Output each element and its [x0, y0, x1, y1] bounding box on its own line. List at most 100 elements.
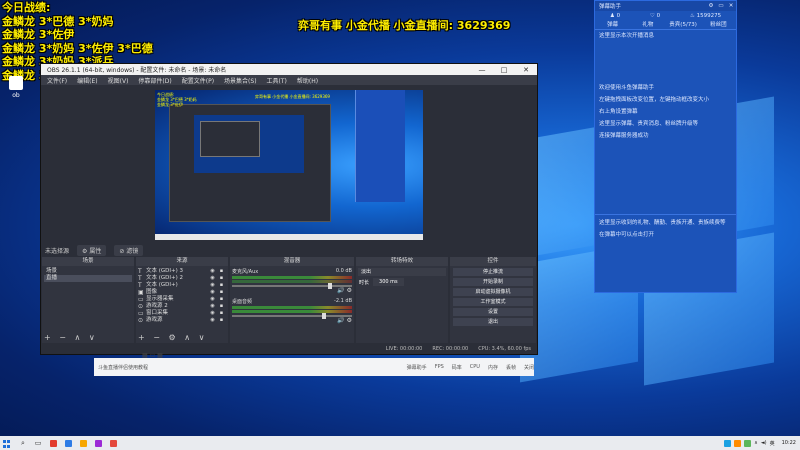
filters-button[interactable]: ⊘ 滤镜	[114, 244, 144, 256]
tray-app-icon[interactable]	[724, 439, 732, 447]
slider-knob[interactable]	[322, 313, 326, 319]
eye-icon[interactable]: ◉	[208, 282, 217, 289]
source-item[interactable]: ▣ 图像 ◉ ▪	[138, 289, 226, 296]
properties-button[interactable]: ⚙ 属性	[77, 244, 107, 256]
transition-select[interactable]: 淡出	[358, 268, 446, 276]
start-recording-button[interactable]: 开始录制	[453, 278, 533, 286]
lock-icon[interactable]: ▪	[217, 268, 226, 275]
lock-icon[interactable]: ▪	[217, 296, 226, 303]
sources-footer-buttons[interactable]: + − ⚙ ∧ ∨	[138, 333, 207, 342]
eye-icon[interactable]: ◉	[208, 289, 217, 296]
tab-vip[interactable]: 贵宾(5/73)	[666, 21, 701, 29]
taskbar-app[interactable]	[92, 438, 104, 448]
menu-scene-collection[interactable]: 场景集合(S)	[224, 76, 257, 85]
channel-controls: 🔊 ⚙	[232, 287, 352, 294]
source-item[interactable]: ▭ 显示器采集 ◉ ▪	[138, 296, 226, 303]
danmaku-title: 弹幕助手	[599, 4, 622, 10]
close-icon[interactable]: ✕	[726, 3, 736, 9]
desktop-icon-obs[interactable]: ob	[6, 76, 26, 99]
eye-icon[interactable]: ◉	[208, 317, 217, 324]
eye-icon[interactable]: ◉	[208, 310, 217, 317]
lock-icon[interactable]: ▪	[217, 310, 226, 317]
obs-docks: 场景 场景 直播 + − ∧ ∨ 来源 T 文本 (GDI+) 3 ◉ ▪ T 文本 (…	[41, 257, 537, 343]
pin-icon[interactable]: ▭	[716, 3, 726, 9]
menu-profile[interactable]: 配置文件(P)	[182, 76, 214, 85]
source-name: 图像	[146, 289, 158, 295]
strip-item[interactable]: 关闭	[524, 364, 534, 371]
lock-icon[interactable]: ▪	[217, 282, 226, 289]
taskbar-app[interactable]	[62, 438, 74, 448]
menu-docks[interactable]: 停靠部件(D)	[138, 76, 171, 85]
lock-icon[interactable]: ▪	[217, 289, 226, 296]
tray-expand-icon[interactable]: ∧	[754, 440, 758, 446]
eye-icon[interactable]: ◉	[208, 275, 217, 282]
obs-titlebar[interactable]: OBS 26.1.1 (64-bit, windows) - 配置文件: 未命名…	[41, 64, 537, 75]
source-item[interactable]: ▭ 窗口采集 ◉ ▪	[138, 310, 226, 317]
danmaku-message: 这里显示本次开播消息	[599, 33, 655, 39]
virtual-camera-button[interactable]: 启动虚拟摄像机	[453, 288, 533, 296]
preview-danmaku-panel	[355, 90, 405, 202]
source-item[interactable]: ⊙ 游戏源 2 ◉ ▪	[138, 303, 226, 310]
minimize-button[interactable]: —	[471, 66, 493, 74]
menu-view[interactable]: 视图(V)	[108, 76, 129, 85]
menu-edit[interactable]: 编辑(E)	[77, 76, 97, 85]
source-item[interactable]: ⊙ 游戏源 ◉ ▪	[138, 317, 226, 324]
volume-meter	[232, 310, 352, 313]
background-window-strip: ▦ ▭ ▦ 斗鱼直播伴侣使用教程 弹幕助手 FPS 码率 CPU 内存 丢帧 关…	[94, 352, 534, 376]
maximize-button[interactable]: □	[493, 66, 515, 74]
eye-icon[interactable]: ◉	[208, 268, 217, 275]
volume-slider[interactable]	[232, 313, 352, 319]
tab-gifts[interactable]: 礼物	[630, 21, 665, 29]
tray-app-icon[interactable]	[734, 439, 742, 447]
exit-button[interactable]: 退出	[453, 318, 533, 326]
source-item[interactable]: T 文本 (GDI+) 3 ◉ ▪	[138, 268, 226, 275]
studio-mode-button[interactable]: 工作室模式	[453, 298, 533, 306]
source-name: 游戏源 2	[146, 303, 168, 309]
lock-icon[interactable]: ▪	[217, 303, 226, 310]
menu-help[interactable]: 帮助(H)	[297, 76, 318, 85]
menu-file[interactable]: 文件(F)	[47, 76, 67, 85]
lock-icon[interactable]: ▪	[217, 275, 226, 282]
tray-app-icon[interactable]	[744, 439, 752, 447]
gear-icon[interactable]: ⚙	[347, 317, 352, 324]
scene-item-selected[interactable]: 直播	[44, 275, 132, 282]
taskbar-app[interactable]	[77, 438, 89, 448]
start-button[interactable]	[0, 436, 14, 450]
tutorial-link[interactable]: 斗鱼直播伴侣使用教程	[98, 364, 148, 371]
channel-name: 桌面音频	[232, 299, 253, 305]
speaker-icon[interactable]: 🔊	[337, 287, 344, 294]
eye-icon[interactable]: ◉	[208, 296, 217, 303]
volume-slider[interactable]	[232, 283, 352, 289]
window-source-icon: ▭	[138, 310, 144, 317]
gear-icon[interactable]: ⚙	[347, 287, 352, 294]
menu-tools[interactable]: 工具(T)	[267, 76, 287, 85]
gift-message: 这里显示收到的礼物、酬勤、贵族开通、贵族续费等	[599, 220, 726, 226]
settings-button[interactable]: 设置	[453, 308, 533, 316]
input-method-icon[interactable]: 英	[770, 440, 775, 447]
taskbar-app[interactable]	[47, 438, 59, 448]
lock-icon[interactable]: ▪	[217, 317, 226, 324]
taskview-icon[interactable]: ▭	[32, 438, 44, 448]
tab-danmaku[interactable]: 弹幕	[595, 21, 630, 29]
taskbar-clock[interactable]: 10:22	[782, 440, 796, 446]
eye-icon[interactable]: ◉	[208, 303, 217, 310]
source-name: 窗口采集	[146, 310, 169, 316]
source-item[interactable]: T 文本 (GDI+) ◉ ▪	[138, 282, 226, 289]
scene-item[interactable]: 场景	[44, 268, 132, 275]
settings-icon[interactable]: ⚙	[706, 3, 716, 9]
preview-nested-window	[200, 121, 260, 157]
stop-streaming-button[interactable]: 停止推流	[453, 268, 533, 276]
source-item[interactable]: T 文本 (GDI+) 2 ◉ ▪	[138, 275, 226, 282]
taskbar-app[interactable]	[107, 438, 119, 448]
scenes-footer-buttons[interactable]: + − ∧ ∨	[44, 333, 98, 342]
speaker-icon[interactable]: 🔊	[337, 317, 344, 324]
search-icon[interactable]: ⌕	[17, 438, 29, 448]
danmaku-header[interactable]: 弹幕助手 ⚙ ▭ ✕	[595, 1, 736, 11]
slider-knob[interactable]	[328, 283, 332, 289]
duration-input[interactable]: 300 ms	[373, 278, 404, 286]
volume-icon[interactable]: ◄)	[761, 440, 767, 446]
stat-value: 0	[616, 13, 621, 19]
obs-preview[interactable]: 今日战绩: 金鳞龙 3*巴德 3*奶妈 金鳞龙 3*佐伊 弈哥有事 小金代播 小…	[155, 90, 423, 240]
tab-fans[interactable]: 粉丝团	[701, 21, 736, 29]
close-button[interactable]: ✕	[515, 66, 537, 74]
